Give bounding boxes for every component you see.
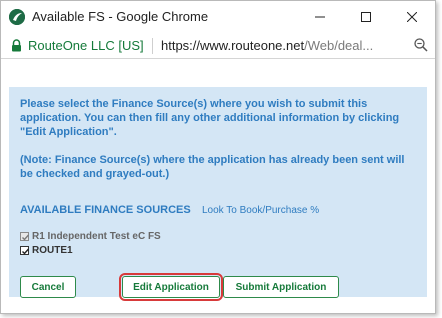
source-label-route1: ROUTE1 bbox=[32, 245, 73, 256]
page-content: Please select the Finance Source(s) wher… bbox=[1, 60, 435, 313]
sources-header: AVAILABLE FINANCE SOURCES bbox=[20, 204, 191, 216]
maximize-icon bbox=[361, 12, 371, 22]
source-row-r1-independent: R1 Independent Test eC FS bbox=[20, 231, 161, 242]
url-path: /Web/deal... bbox=[304, 38, 374, 53]
minimize-icon bbox=[315, 16, 325, 18]
instructions-text: Please select the Finance Source(s) wher… bbox=[20, 98, 400, 138]
url-text[interactable]: https://www.routeone.net/Web/deal... bbox=[161, 38, 373, 53]
site-identity[interactable]: RouteOne LLC [US] bbox=[28, 38, 144, 53]
maximize-button[interactable] bbox=[343, 1, 389, 33]
window-title: Available FS - Google Chrome bbox=[32, 9, 209, 24]
finance-source-panel: Please select the Finance Source(s) wher… bbox=[9, 87, 427, 301]
source-checkbox-r1-independent bbox=[20, 232, 30, 241]
cancel-button[interactable]: Cancel bbox=[20, 276, 76, 298]
address-separator bbox=[152, 38, 153, 54]
address-bar[interactable]: RouteOne LLC [US] https://www.routeone.n… bbox=[1, 33, 435, 59]
instructions-block: Please select the Finance Source(s) wher… bbox=[20, 97, 420, 181]
minimize-button[interactable] bbox=[297, 1, 343, 33]
edit-application-button[interactable]: Edit Application bbox=[119, 273, 223, 301]
close-icon bbox=[407, 12, 417, 22]
chrome-popup-window: Available FS - Google Chrome RouteOne LL… bbox=[0, 0, 436, 314]
sources-subheader: Look To Book/Purchase % bbox=[202, 205, 320, 216]
lock-icon[interactable] bbox=[11, 39, 22, 57]
url-host: https://www.routeone.net bbox=[161, 38, 305, 53]
source-row-route1[interactable]: ROUTE1 bbox=[20, 245, 73, 256]
note-text: (Note: Finance Source(s) where the appli… bbox=[20, 154, 405, 180]
source-checkbox-route1[interactable] bbox=[20, 246, 30, 255]
routeone-logo-icon bbox=[9, 9, 25, 25]
close-button[interactable] bbox=[389, 1, 435, 33]
source-label-r1-independent: R1 Independent Test eC FS bbox=[32, 231, 161, 242]
submit-application-button[interactable]: Submit Application bbox=[223, 276, 339, 298]
zoom-icon[interactable] bbox=[414, 38, 428, 57]
title-bar: Available FS - Google Chrome bbox=[1, 1, 435, 33]
